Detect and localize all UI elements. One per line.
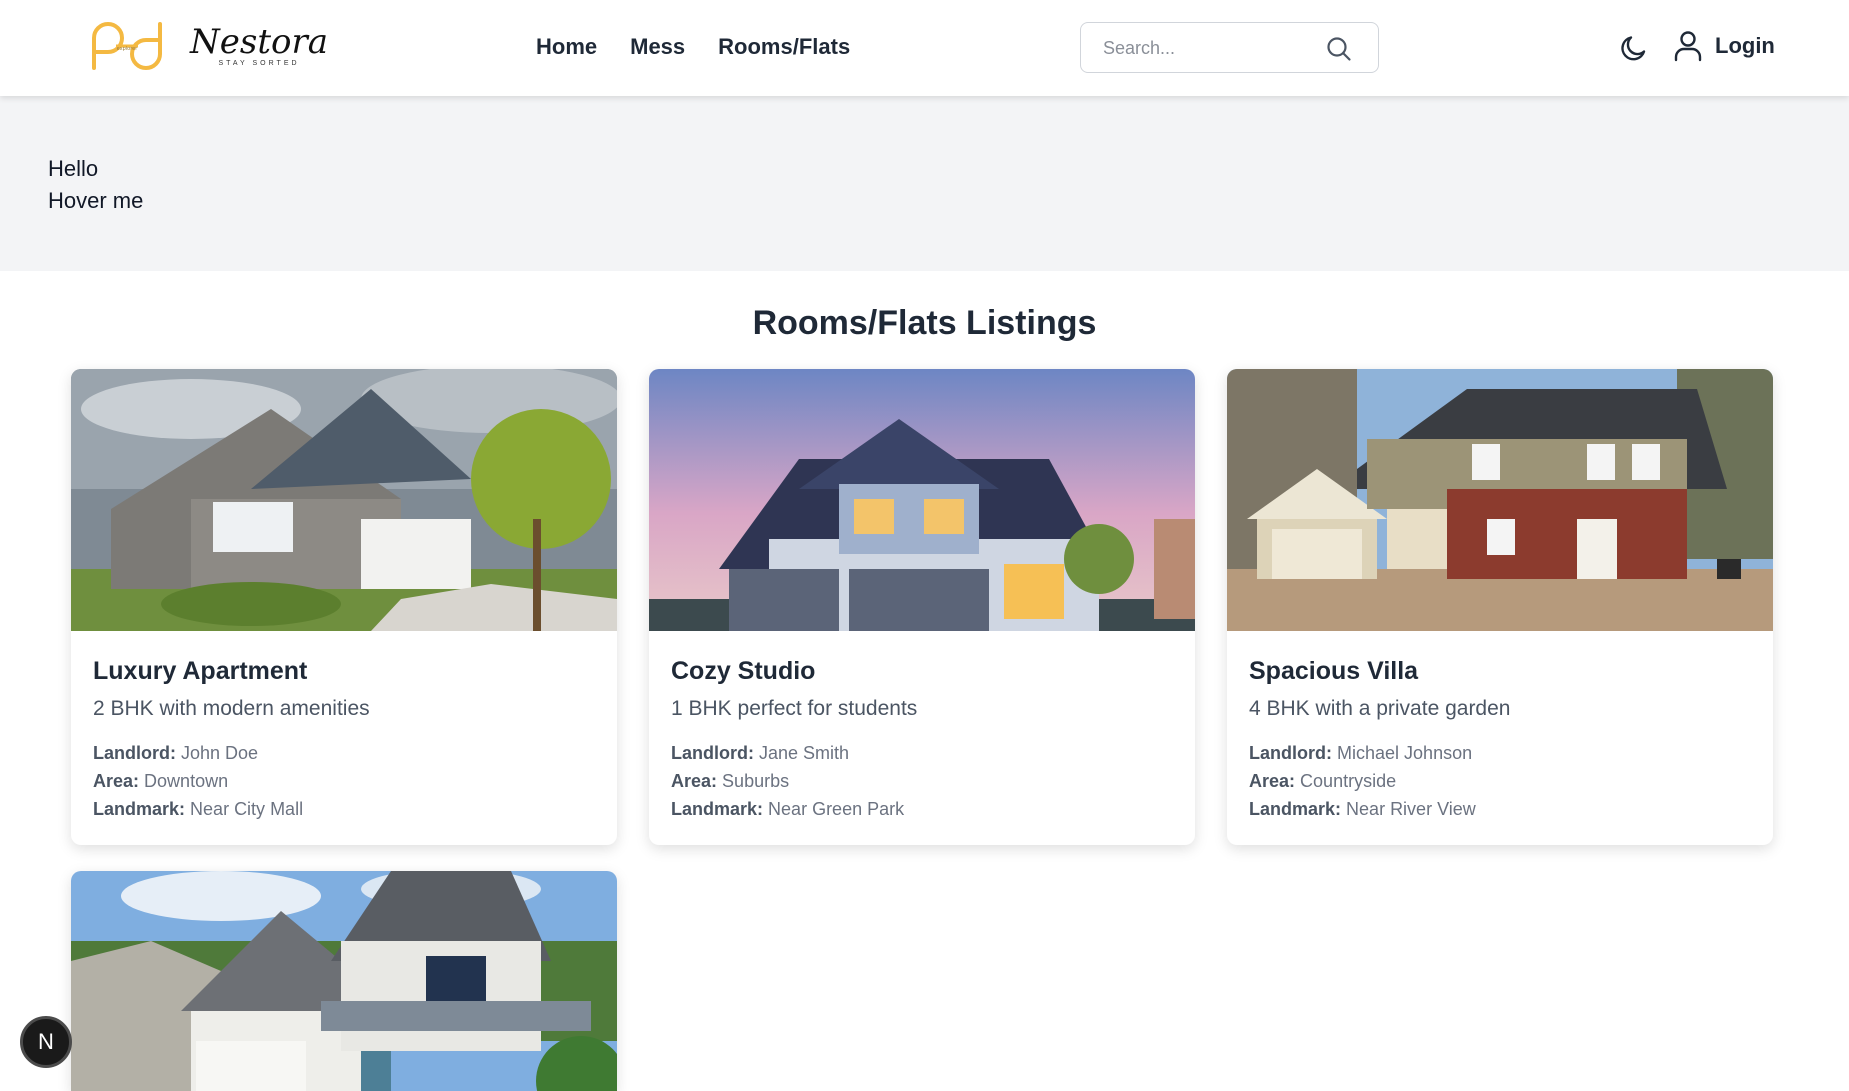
dev-tools-badge[interactable]: N — [20, 1016, 72, 1068]
logo-mark-text: explorer — [117, 46, 139, 52]
user-icon — [1674, 31, 1702, 62]
listing-details: Landlord: John Doe Area: Downtown Landma… — [93, 739, 595, 823]
search-icon[interactable] — [1326, 36, 1352, 62]
listing-description: 2 BHK with modern amenities — [93, 697, 370, 720]
landmark-row: Landmark: Near City Mall — [93, 795, 595, 823]
main-nav: Home Mess Rooms/Flats — [536, 34, 850, 60]
landmark-label: Landmark: — [93, 799, 186, 819]
card-body: Spacious Villa 4 BHK with a private gard… — [1227, 631, 1773, 845]
logo-mark-icon: explorer — [92, 22, 162, 70]
landlord-row: Landlord: John Doe — [93, 739, 595, 767]
login-label: Login — [1715, 33, 1775, 58]
hello-banner: Hello Hover me — [0, 96, 1849, 271]
landmark-value: Near River View — [1346, 799, 1476, 819]
card-body: Luxury Apartment 2 BHK with modern ameni… — [71, 631, 617, 845]
landmark-row: Landmark: Near River View — [1249, 795, 1751, 823]
brand-logo[interactable]: explorer Nestora STAY SORTED — [88, 16, 328, 76]
brand-name: Nestora — [190, 22, 328, 62]
landmark-label: Landmark: — [1249, 799, 1342, 819]
landmark-row: Landmark: Near Green Park — [671, 795, 1173, 823]
listings-title: Rooms/Flats Listings — [752, 304, 1097, 342]
landlord-label: Landlord: — [671, 743, 754, 763]
listing-details: Landlord: Michael Johnson Area: Countrys… — [1249, 739, 1751, 823]
area-value: Suburbs — [722, 771, 790, 791]
listing-photo-house — [71, 369, 617, 631]
hello-text: Hello — [48, 156, 99, 181]
landlord-label: Landlord: — [93, 743, 176, 763]
landlord-row: Landlord: Michael Johnson — [1249, 739, 1751, 767]
listing-photo-house — [649, 369, 1195, 631]
area-row: Area: Countryside — [1249, 767, 1751, 795]
dark-mode-moon-icon[interactable] — [1618, 32, 1650, 64]
listing-card-cozy-studio[interactable]: Cozy Studio 1 BHK perfect for students L… — [649, 369, 1195, 845]
landlord-value: John Doe — [181, 743, 259, 763]
brand-tagline: STAY SORTED — [218, 60, 300, 67]
listing-card-luxury-apartment[interactable]: Luxury Apartment 2 BHK with modern ameni… — [71, 369, 617, 845]
area-row: Area: Downtown — [93, 767, 595, 795]
nav-mess[interactable]: Mess — [630, 34, 685, 60]
listing-description: 4 BHK with a private garden — [1249, 697, 1511, 720]
landlord-row: Landlord: Jane Smith — [671, 739, 1173, 767]
search-box — [1080, 22, 1379, 73]
area-label: Area: — [1249, 771, 1296, 791]
area-row: Area: Suburbs — [671, 767, 1173, 795]
landmark-label: Landmark: — [671, 799, 764, 819]
hover-me-text[interactable]: Hover me — [48, 188, 143, 214]
area-value: Downtown — [144, 771, 229, 791]
area-label: Area: — [671, 771, 718, 791]
listing-photo-house — [1227, 369, 1773, 631]
listing-title: Luxury Apartment — [93, 657, 308, 685]
card-body: Cozy Studio 1 BHK perfect for students L… — [649, 631, 1195, 845]
listing-title: Cozy Studio — [671, 657, 816, 685]
landlord-value: Michael Johnson — [1337, 743, 1473, 763]
listing-title: Spacious Villa — [1249, 657, 1419, 685]
nav-home[interactable]: Home — [536, 34, 597, 60]
area-label: Area: — [93, 771, 140, 791]
landlord-label: Landlord: — [1249, 743, 1332, 763]
login-button[interactable]: Login — [1673, 30, 1775, 62]
listing-card-spacious-villa[interactable]: Spacious Villa 4 BHK with a private gard… — [1227, 369, 1773, 845]
listing-details: Landlord: Jane Smith Area: Suburbs Landm… — [671, 739, 1173, 823]
site-header: explorer Nestora STAY SORTED Home Mess R… — [0, 0, 1849, 96]
nav-rooms-flats[interactable]: Rooms/Flats — [718, 34, 850, 60]
listing-photo-house — [71, 871, 617, 1091]
search-input[interactable] — [1103, 35, 1323, 61]
landlord-value: Jane Smith — [759, 743, 850, 763]
listing-card-4[interactable] — [71, 871, 617, 1091]
area-value: Countryside — [1300, 771, 1397, 791]
landmark-value: Near City Mall — [190, 799, 304, 819]
landmark-value: Near Green Park — [768, 799, 905, 819]
dev-badge-letter: N — [38, 1029, 54, 1054]
listing-description: 1 BHK perfect for students — [671, 697, 918, 720]
brand-wordmark: Nestora STAY SORTED — [190, 25, 328, 67]
